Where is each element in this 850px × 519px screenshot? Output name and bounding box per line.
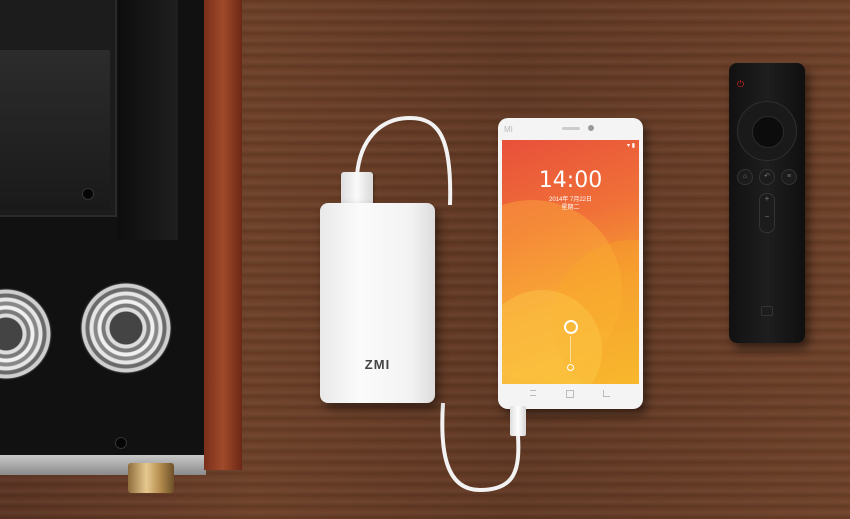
lock-screen: ▾ ▮ 14:00 2014年 7月22日 星期二 <box>502 140 639 384</box>
remote-logo <box>761 306 773 316</box>
lock-screen-time: 14:00 <box>538 168 603 193</box>
unlock-track <box>570 336 571 362</box>
menu-key-icon <box>530 390 536 396</box>
micro-usb-plug <box>510 406 526 436</box>
power-icon: ⏻ <box>737 79 745 89</box>
phone-brand-logo: MI <box>504 125 513 134</box>
status-bar-icons: ▾ ▮ <box>627 143 635 149</box>
dpad-icon <box>737 101 797 161</box>
earpiece-speaker <box>562 127 580 130</box>
smartphone: MI ▾ ▮ 14:00 2014年 7月22日 星期二 <box>498 118 643 409</box>
menu-icon: ≡ <box>781 169 797 185</box>
unlock-ring-icon <box>564 320 578 334</box>
lock-screen-weekday: 星期二 <box>561 205 580 211</box>
navigation-keys <box>498 390 643 402</box>
tv-remote: ⏻ ⌂ ↶ ≡ + − <box>729 63 805 343</box>
volume-icon: + − <box>759 193 775 233</box>
front-camera <box>588 125 594 131</box>
cable-bottom-loop <box>440 402 521 493</box>
usb-plug <box>341 172 373 206</box>
photo-scene: ZMI MI ▾ ▮ 14:00 2014年 7月22日 星期二 ⏻ ⌂ ↶ ≡… <box>0 0 850 519</box>
power-bank-logo: ZMI <box>364 357 391 372</box>
home-key-icon <box>566 390 574 398</box>
home-icon: ⌂ <box>737 169 753 185</box>
back-icon: ↶ <box>759 169 775 185</box>
camera-shortcut-icon <box>567 364 574 371</box>
power-bank: ZMI <box>320 203 435 403</box>
ok-button <box>752 116 784 148</box>
back-key-icon <box>603 390 610 397</box>
